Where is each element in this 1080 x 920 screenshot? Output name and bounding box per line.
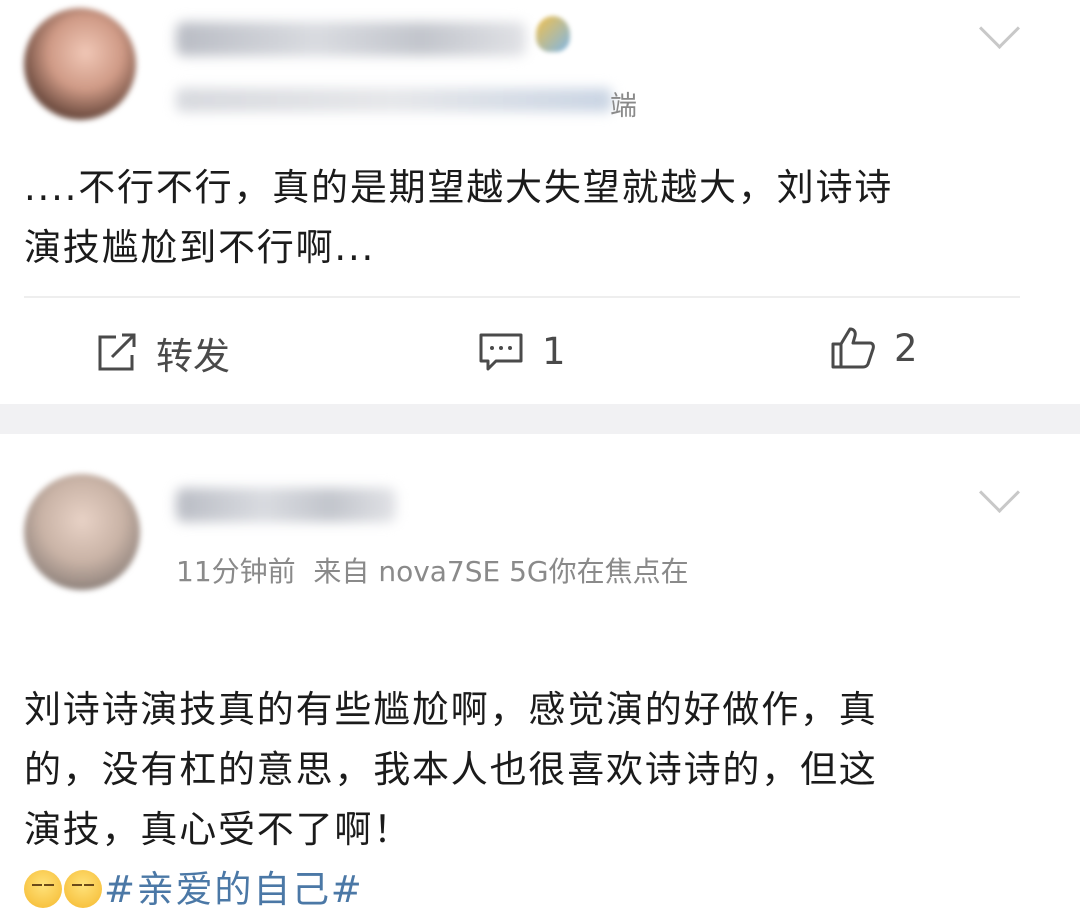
post-content-2: 刘诗诗演技真的有些尴尬啊，感觉演的好做作，真 的，没有杠的意思，我本人也很喜欢诗… <box>24 620 1024 920</box>
edit-share-icon <box>96 333 138 373</box>
post-content-text: 刘诗诗演技真的有些尴尬啊，感觉演的好做作，真 的，没有杠的意思，我本人也很喜欢诗… <box>24 688 878 851</box>
divider <box>24 296 1020 298</box>
post-meta-suffix: 端 <box>610 91 637 122</box>
thumbs-up-icon <box>830 326 876 370</box>
post-meta: 11分钟前 来自 nova7SE 5G你在焦点在 <box>176 555 689 588</box>
comment-count: 1 <box>542 330 566 373</box>
repost-button[interactable]: 转发 <box>96 326 230 380</box>
chevron-down-icon[interactable] <box>978 7 1021 50</box>
like-button[interactable]: 2 <box>830 326 918 370</box>
comment-button[interactable]: 1 <box>478 330 566 373</box>
weibo-post-1: 端 ....不行不行，真的是期望越大失望就越大，刘诗诗 演技尴尬到不行啊... … <box>0 0 1080 404</box>
hashtag-link[interactable]: #亲爱的自己# <box>104 868 364 911</box>
comment-icon <box>478 332 524 372</box>
member-badge-icon <box>536 16 570 52</box>
username-blurred[interactable] <box>176 488 396 522</box>
username-blurred[interactable] <box>176 22 526 56</box>
like-count: 2 <box>894 326 918 370</box>
chevron-down-icon[interactable] <box>978 471 1021 514</box>
feed-separator <box>0 404 1080 434</box>
speechless-face-emoji <box>64 870 102 908</box>
speechless-face-emoji <box>24 870 62 908</box>
post-meta-blurred <box>176 88 612 112</box>
avatar[interactable] <box>24 474 140 590</box>
post-content: ....不行不行，真的是期望越大失望就越大，刘诗诗 演技尴尬到不行啊... <box>24 166 894 269</box>
avatar[interactable] <box>24 8 136 120</box>
repost-label: 转发 <box>156 335 230 378</box>
